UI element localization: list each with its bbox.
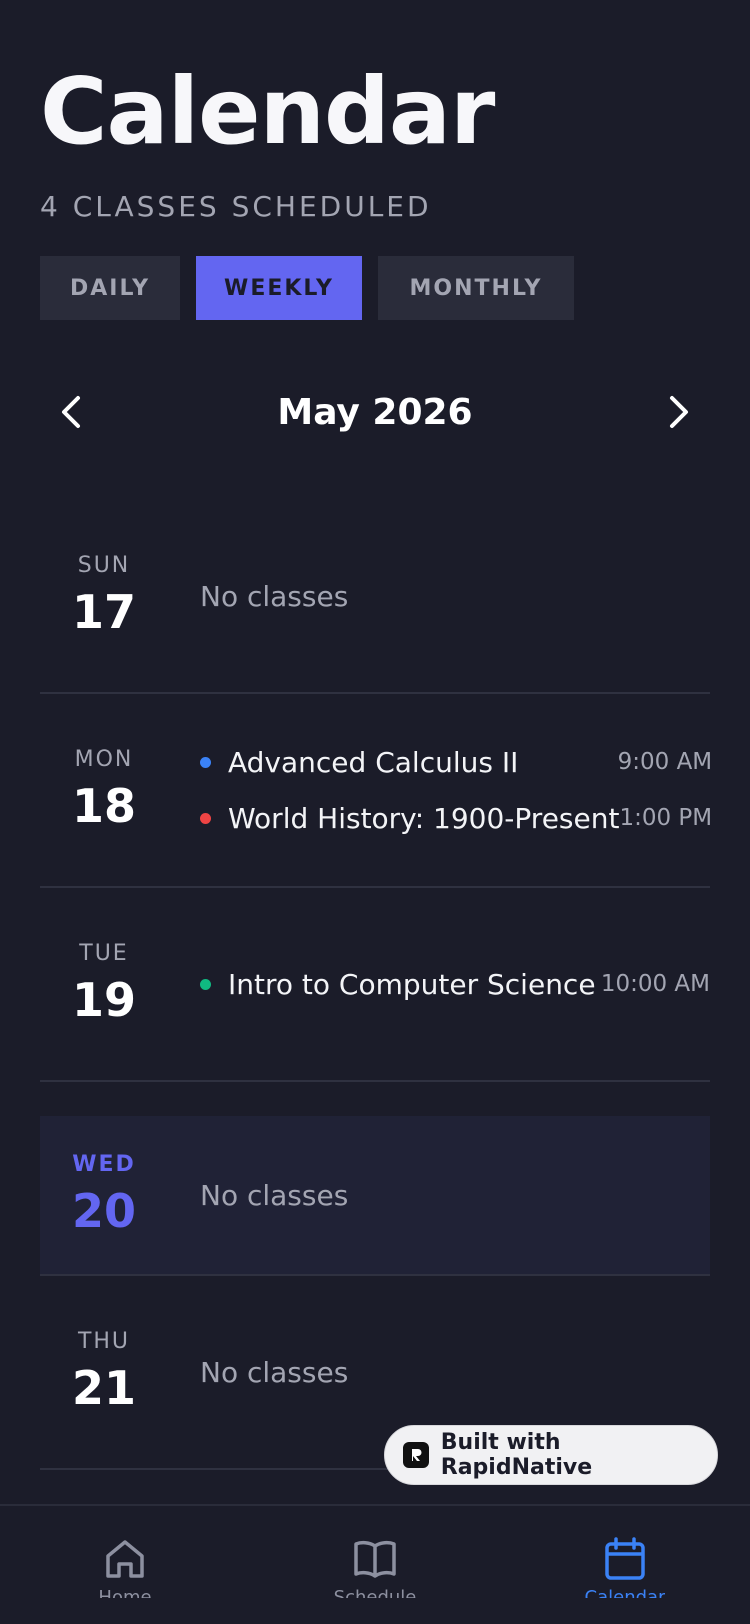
- class-color-dot: [200, 812, 211, 824]
- chevron-left-icon: [62, 396, 80, 428]
- day-of-week: THU: [77, 1329, 131, 1354]
- class-event[interactable]: Intro to Computer Science 10:00 AM: [200, 956, 710, 1012]
- class-event[interactable]: World History: 1900-Present 1:00 PM: [200, 790, 712, 846]
- day-row-mon[interactable]: MON 18 Advanced Calculus II 9:00 AM Worl…: [40, 694, 712, 888]
- view-switcher: DAILY WEEKLY MONTHLY: [40, 256, 574, 320]
- day-of-week: TUE: [79, 941, 129, 966]
- day-date: MON 18: [40, 746, 168, 834]
- day-events: No classes: [168, 1356, 710, 1389]
- chevron-right-icon: [670, 396, 688, 428]
- prev-month-button[interactable]: [40, 380, 104, 444]
- class-title: Advanced Calculus II: [228, 745, 519, 779]
- home-icon: [106, 1540, 144, 1578]
- day-of-week: WED: [72, 1152, 136, 1177]
- no-classes-text: No classes: [200, 1355, 349, 1389]
- day-date: SUN 17: [40, 552, 168, 640]
- day-events: Intro to Computer Science 10:00 AM: [168, 956, 710, 1012]
- class-title: Intro to Computer Science: [228, 967, 596, 1001]
- class-time: 10:00 AM: [600, 971, 710, 997]
- calendar-icon: [605, 1537, 645, 1580]
- day-row-wed-today[interactable]: WED 20 No classes: [40, 1116, 710, 1276]
- day-number: 19: [71, 973, 136, 1027]
- tab-label: Calendar: [585, 1588, 666, 1598]
- bottom-tab-bar: Home Schedule Calendar: [0, 1504, 750, 1624]
- day-number: 20: [71, 1184, 136, 1238]
- tab-weekly[interactable]: WEEKLY: [196, 256, 362, 320]
- header: Calendar 4 CLASSES SCHEDULED: [40, 56, 495, 224]
- day-events: No classes: [168, 580, 710, 613]
- month-label: May 2026: [277, 391, 473, 433]
- day-of-week: MON: [74, 747, 134, 772]
- tab-label: Schedule: [334, 1588, 417, 1598]
- badge-text: Built with RapidNative: [440, 1430, 593, 1480]
- day-number: 21: [71, 1361, 136, 1415]
- tab-calendar[interactable]: Calendar: [500, 1506, 750, 1624]
- class-time: 9:00 AM: [617, 749, 713, 775]
- next-month-button[interactable]: [646, 380, 710, 444]
- tab-home[interactable]: Home: [0, 1506, 250, 1624]
- tab-daily[interactable]: DAILY: [40, 256, 180, 320]
- class-color-dot: [200, 756, 211, 768]
- month-nav: May 2026: [40, 380, 710, 444]
- book-icon: [354, 1540, 396, 1578]
- class-time: 1:00 PM: [619, 805, 713, 831]
- class-color-dot: [200, 978, 211, 990]
- day-row-sun[interactable]: SUN 17 No classes: [40, 500, 710, 694]
- no-classes-text: No classes: [200, 1178, 349, 1212]
- day-number: 18: [71, 779, 136, 833]
- built-with-badge[interactable]: Built with RapidNative: [384, 1425, 718, 1485]
- tab-monthly[interactable]: MONTHLY: [378, 256, 574, 320]
- day-of-week: SUN: [77, 553, 131, 578]
- day-date: TUE 19: [40, 940, 168, 1028]
- page-title: Calendar: [40, 58, 495, 165]
- day-events: Advanced Calculus II 9:00 AM World Histo…: [168, 734, 712, 846]
- day-events: No classes: [168, 1179, 710, 1212]
- tab-label: Home: [98, 1588, 151, 1598]
- classes-count: 4 CLASSES SCHEDULED: [40, 190, 432, 223]
- class-title: World History: 1900-Present: [228, 801, 620, 835]
- class-event[interactable]: Advanced Calculus II 9:00 AM: [200, 734, 712, 790]
- day-row-tue[interactable]: TUE 19 Intro to Computer Science 10:00 A…: [40, 888, 710, 1082]
- week-day-list: SUN 17 No classes MON 18 Advanced Calcul…: [40, 500, 712, 1470]
- rapidnative-logo-icon: [403, 1442, 429, 1468]
- day-number: 17: [71, 585, 136, 639]
- day-date: THU 21: [40, 1328, 168, 1416]
- day-date: WED 20: [40, 1151, 168, 1239]
- tab-schedule[interactable]: Schedule: [250, 1506, 500, 1624]
- no-classes-text: No classes: [200, 579, 349, 613]
